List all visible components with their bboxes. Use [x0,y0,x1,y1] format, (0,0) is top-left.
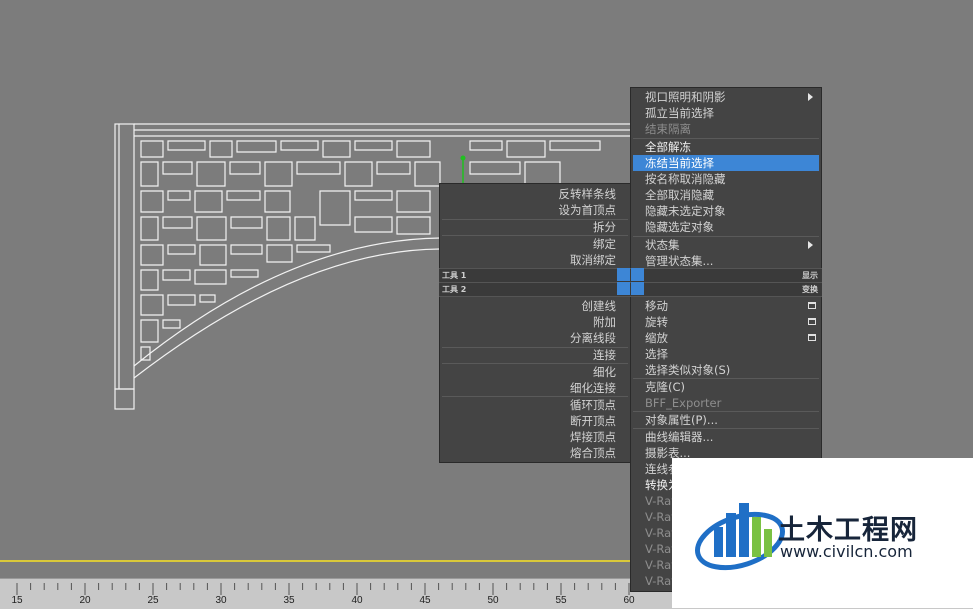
menu-item-fuse-vertices[interactable]: 熔合顶点 [444,445,616,461]
menu-item-break-vertices[interactable]: 断开顶点 [444,413,616,429]
settings-box-icon[interactable] [808,302,816,309]
ruler-tick-label: 30 [215,595,227,606]
quad-corner-tools-1[interactable] [617,268,630,281]
menu-item-object-properties[interactable]: 对象属性(P)... [645,412,817,428]
menu-item-connect[interactable]: 连接 [444,347,616,363]
menu-item-hide-selection[interactable]: 隐藏选定对象 [645,219,817,235]
menu-item-hide-unselected[interactable]: 隐藏未选定对象 [645,203,817,219]
menu-item-detach-segment[interactable]: 分离线段 [444,330,616,346]
quad-corner-tools-2[interactable] [617,282,630,295]
quad-menu-tools: 反转样条线 设为首顶点 拆分 绑定 取消绑定 创建线 附加 分离线段 连接 细化… [439,183,631,463]
ruler-tick-label: 20 [79,595,91,606]
menu-item-unhide-by-name[interactable]: 按名称取消隐藏 [645,171,817,187]
menu-item-refine[interactable]: 细化 [444,364,616,380]
settings-box-icon[interactable] [808,334,816,341]
menu-item-curve-editor[interactable]: 曲线编辑器... [645,429,817,445]
menu-item-unbind[interactable]: 取消绑定 [444,252,616,268]
menu-item-move[interactable]: 移动 [645,298,817,314]
ruler-tick-label: 45 [419,595,431,606]
settings-box-icon[interactable] [808,318,816,325]
menu-item-clone[interactable]: 克隆(C) [645,379,817,395]
menu-item-bff-exporter[interactable]: BFF_Exporter [645,395,817,411]
quad-corner-transform[interactable] [631,282,644,295]
ruler-tick-label: 15 [11,595,23,606]
quad-label-display: 显示 [802,271,818,280]
quad-label-tools-1: 工具 1 [442,271,467,280]
menu-item-viewport-lighting[interactable]: 视口照明和阴影 [645,89,817,105]
menu-item-select[interactable]: 选择 [645,346,817,362]
menu-item-attach[interactable]: 附加 [444,314,616,330]
menu-item-manage-state-sets[interactable]: 管理状态集... [645,253,817,269]
menu-item-unhide-all[interactable]: 全部取消隐藏 [645,187,817,203]
menu-item-isolate-selection[interactable]: 孤立当前选择 [645,105,817,121]
menu-item-end-isolate[interactable]: 结束隔离 [645,121,817,137]
ruler-tick-label: 40 [351,595,363,606]
menu-item-make-first[interactable]: 设为首顶点 [444,202,617,218]
quad-label-tools-2: 工具 2 [442,285,467,294]
quad-label-transform: 变换 [802,285,818,294]
ruler-tick-label: 50 [487,595,499,606]
menu-item-unfreeze-all[interactable]: 全部解冻 [645,139,817,155]
submenu-arrow-icon [808,241,813,249]
menu-item-refine-connect[interactable]: 细化连接 [444,380,616,396]
menu-item-divide[interactable]: 拆分 [444,219,616,235]
menu-item-cycle-vertices[interactable]: 循环顶点 [444,397,616,413]
watermark-logo: 土木工程网 www.civilcn.com [672,458,973,608]
submenu-arrow-icon [808,93,813,101]
watermark-url: www.civilcn.com [780,542,913,561]
quad-corner-display[interactable] [631,268,644,281]
ruler-tick-label: 55 [555,595,567,606]
ruler-tick-label: 35 [283,595,295,606]
menu-item-reverse-spline[interactable]: 反转样条线 [444,186,617,202]
menu-item-scale[interactable]: 缩放 [645,330,817,346]
menu-item-freeze-selection[interactable]: 冻结当前选择 [633,155,819,171]
ruler-tick-label: 25 [147,595,159,606]
menu-item-weld-vertices[interactable]: 焊接顶点 [444,429,616,445]
menu-item-rotate[interactable]: 旋转 [645,314,817,330]
ruler-tick-label: 60 [623,595,635,606]
menu-item-state-sets[interactable]: 状态集 [645,237,817,253]
menu-item-select-similar[interactable]: 选择类似对象(S) [645,362,817,378]
menu-item-create-line[interactable]: 创建线 [444,298,617,314]
menu-item-bind[interactable]: 绑定 [444,236,616,252]
